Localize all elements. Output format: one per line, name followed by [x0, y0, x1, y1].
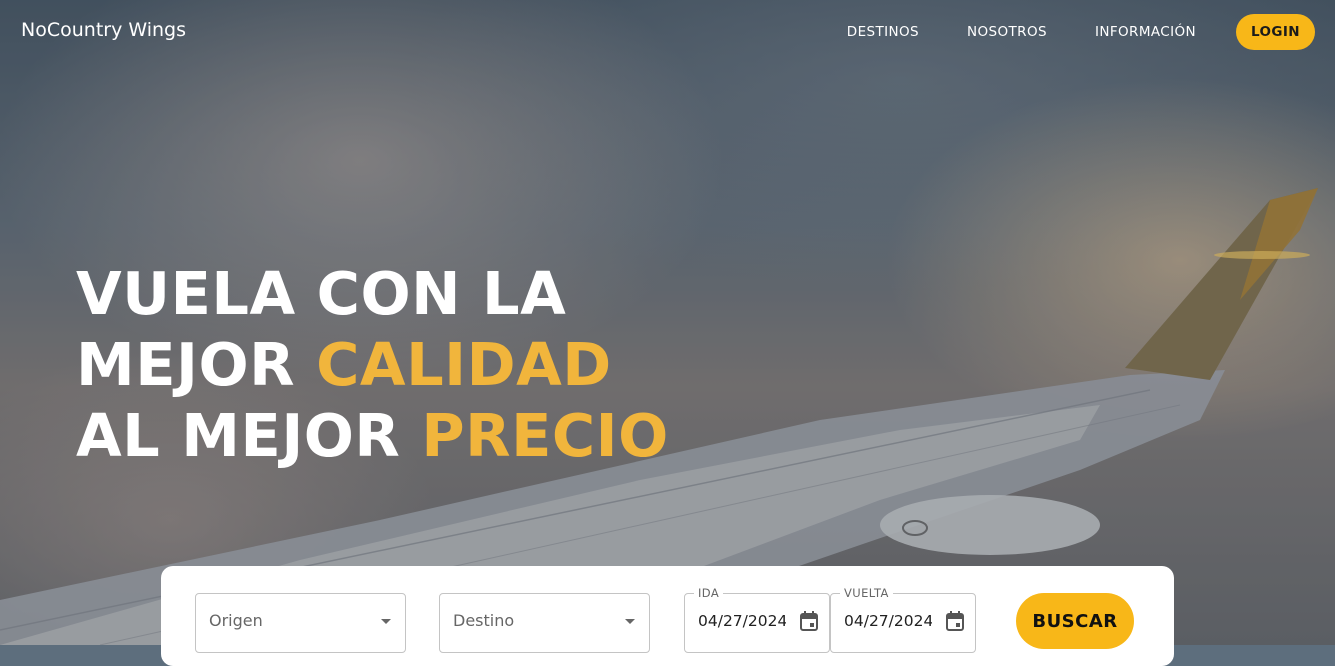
headline-line-1: VUELA CON LA: [76, 258, 669, 329]
headline-accent-calidad: CALIDAD: [316, 330, 612, 399]
headline-line-2: MEJOR CALIDAD: [76, 329, 669, 400]
nav-links: DESTINOS NOSOTROS INFORMACIÓN LOGIN: [799, 14, 1315, 50]
headline-line-1-text: VUELA CON LA: [76, 259, 567, 328]
vuelta-date-value: 04/27/2024: [844, 612, 932, 630]
headline-line-3-text: AL MEJOR: [76, 401, 401, 470]
ida-label: IDA: [694, 586, 724, 600]
origin-select[interactable]: Origen: [195, 593, 406, 653]
calendar-icon[interactable]: [799, 610, 819, 636]
login-button[interactable]: LOGIN: [1236, 14, 1315, 50]
vuelta-date-field[interactable]: VUELTA 04/27/2024: [830, 586, 976, 653]
nav-link-nosotros[interactable]: NOSOTROS: [967, 24, 1047, 40]
chevron-down-icon: [625, 619, 635, 624]
search-button[interactable]: BUSCAR: [1016, 593, 1134, 649]
brand-logo[interactable]: NoCountry Wings: [21, 19, 186, 41]
headline-line-3: AL MEJOR PRECIO: [76, 400, 669, 471]
destination-placeholder: Destino: [453, 611, 515, 630]
chevron-down-icon: [381, 619, 391, 624]
headline-accent-precio: PRECIO: [421, 401, 669, 470]
ida-date-value: 04/27/2024: [698, 612, 786, 630]
ida-date-field[interactable]: IDA 04/27/2024: [684, 586, 830, 653]
nav-link-informacion[interactable]: INFORMACIÓN: [1095, 24, 1196, 40]
nav-link-destinos[interactable]: DESTINOS: [847, 24, 919, 40]
flight-search-card: Origen Destino IDA 04/27/2024 VUELTA 04/…: [161, 566, 1174, 666]
navbar: NoCountry Wings DESTINOS NOSOTROS INFORM…: [0, 0, 1335, 64]
origin-placeholder: Origen: [209, 611, 263, 630]
hero-headline: VUELA CON LA MEJOR CALIDAD AL MEJOR PREC…: [76, 258, 669, 471]
calendar-icon[interactable]: [945, 610, 965, 636]
vuelta-label: VUELTA: [840, 586, 893, 600]
destination-select[interactable]: Destino: [439, 593, 650, 653]
headline-line-2-text: MEJOR: [76, 330, 296, 399]
